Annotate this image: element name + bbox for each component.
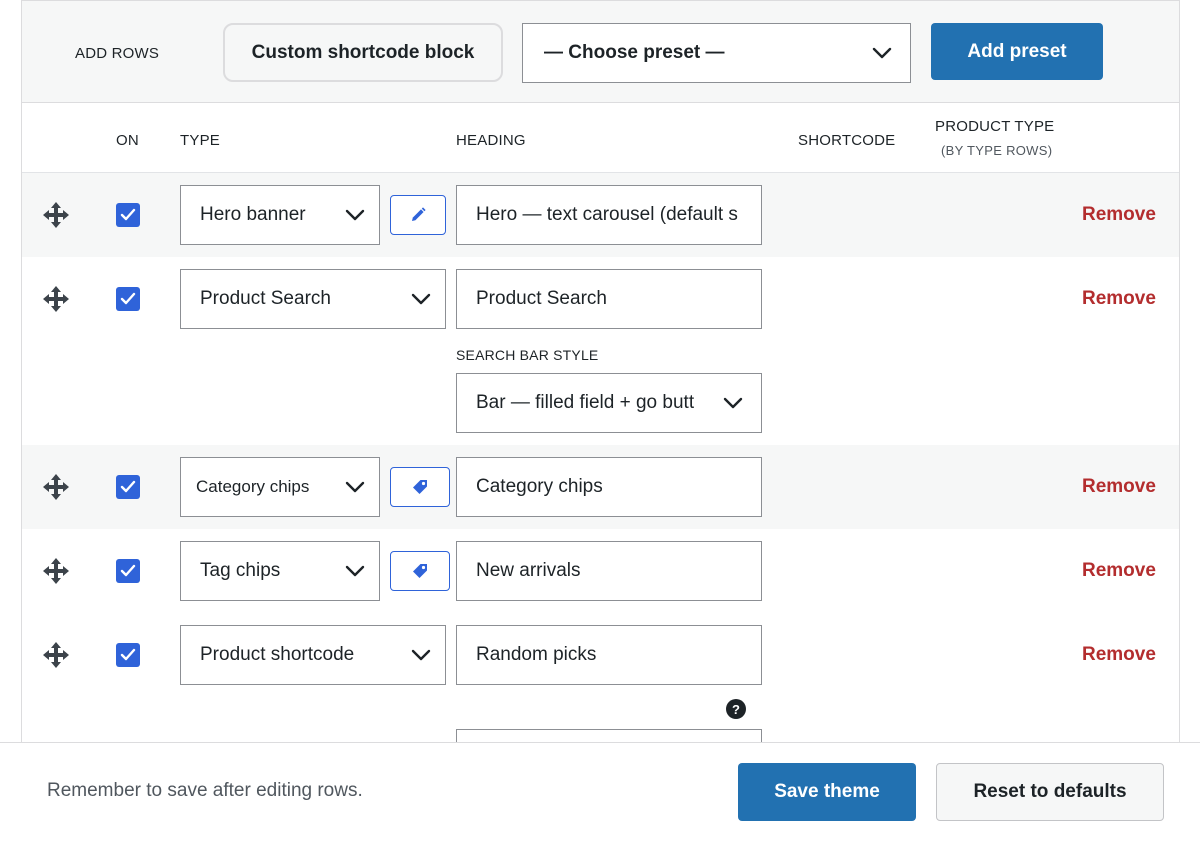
checkmark-icon: [120, 480, 136, 493]
row-heading-input[interactable]: New arrivals: [456, 541, 762, 601]
row-heading-input[interactable]: Hero — text carousel (default s: [456, 185, 762, 245]
add-rows-label: ADD ROWS: [75, 45, 160, 62]
tag-icon: [413, 564, 427, 578]
remove-row-button[interactable]: Remove: [1082, 204, 1156, 226]
save-reminder-note: Remember to save after editing rows.: [47, 780, 363, 801]
table-row: Product shortcode Random picks ? Remove: [22, 613, 1179, 744]
column-type: TYPE: [180, 132, 220, 149]
chevron-down-icon: [411, 293, 431, 305]
column-shortcode: SHORTCODE: [798, 132, 896, 149]
remove-row-button[interactable]: Remove: [1082, 560, 1156, 582]
row-enabled-checkbox[interactable]: [116, 287, 140, 311]
remove-row-button[interactable]: Remove: [1082, 288, 1156, 310]
chevron-down-icon: [345, 565, 365, 577]
row-terms-button[interactable]: [390, 551, 450, 591]
column-heading: HEADING: [456, 132, 526, 149]
table-row: Category chips Category chips Remove: [22, 445, 1179, 529]
edit-row-button[interactable]: [390, 195, 446, 235]
table-header: ON TYPE HEADING SHORTCODE PRODUCT TYPE (…: [22, 103, 1179, 173]
drag-handle-icon[interactable]: [41, 284, 71, 314]
table-row: Product Search Product Search SEARCH BAR…: [22, 257, 1179, 445]
search-bar-style-label: SEARCH BAR STYLE: [456, 347, 599, 363]
checkmark-icon: [120, 564, 136, 577]
row-enabled-checkbox[interactable]: [116, 475, 140, 499]
row-heading-input[interactable]: Random picks: [456, 625, 762, 685]
row-type-value: Category chips: [196, 477, 310, 496]
row-type-select[interactable]: Product shortcode: [180, 625, 446, 685]
column-product-type-sub: (BY TYPE ROWS): [941, 143, 1053, 158]
column-product-type: PRODUCT TYPE: [935, 118, 1055, 135]
add-preset-button[interactable]: Add preset: [931, 23, 1103, 80]
checkmark-icon: [120, 648, 136, 661]
row-heading-input[interactable]: Category chips: [456, 457, 762, 517]
row-heading-input[interactable]: Product Search: [456, 269, 762, 329]
drag-handle-icon[interactable]: [41, 200, 71, 230]
search-bar-style-value: Bar — filled field + go butt: [476, 392, 695, 413]
chevron-down-icon: [723, 397, 743, 409]
row-type-select[interactable]: Category chips: [180, 457, 380, 517]
table-row: Tag chips New arrivals Remove: [22, 529, 1179, 613]
chevron-down-icon: [872, 47, 892, 59]
tag-icon: [413, 480, 427, 494]
remove-row-button[interactable]: Remove: [1082, 644, 1156, 666]
chevron-down-icon: [345, 209, 365, 221]
search-bar-style-select[interactable]: Bar — filled field + go butt: [456, 373, 762, 433]
row-type-select[interactable]: Tag chips: [180, 541, 380, 601]
table-row: Hero banner Hero — text carousel (defaul…: [22, 173, 1179, 257]
question-icon[interactable]: ?: [726, 699, 746, 719]
row-type-value: Hero banner: [200, 204, 306, 225]
save-theme-button[interactable]: Save theme: [738, 763, 916, 821]
row-type-select[interactable]: Hero banner: [180, 185, 380, 245]
custom-shortcode-block-button[interactable]: Custom shortcode block: [223, 23, 503, 82]
row-terms-button[interactable]: [390, 467, 450, 507]
drag-handle-icon[interactable]: [41, 640, 71, 670]
drag-handle-icon[interactable]: [41, 556, 71, 586]
checkmark-icon: [120, 292, 136, 305]
drag-handle-icon[interactable]: [41, 472, 71, 502]
row-type-value: Tag chips: [200, 560, 281, 581]
row-enabled-checkbox[interactable]: [116, 203, 140, 227]
preset-select[interactable]: — Choose preset —: [522, 23, 911, 83]
row-enabled-checkbox[interactable]: [116, 559, 140, 583]
remove-row-button[interactable]: Remove: [1082, 476, 1156, 498]
checkmark-icon: [120, 208, 136, 221]
chevron-down-icon: [345, 481, 365, 493]
rows-editor-panel: ADD ROWS Custom shortcode block — Choose…: [21, 0, 1180, 744]
add-rows-toolbar: ADD ROWS Custom shortcode block — Choose…: [22, 1, 1179, 103]
row-enabled-checkbox[interactable]: [116, 643, 140, 667]
column-on: ON: [116, 132, 139, 149]
reset-to-defaults-button[interactable]: Reset to defaults: [936, 763, 1164, 821]
row-type-value: Product shortcode: [200, 644, 355, 665]
save-footer: Remember to save after editing rows. Sav…: [0, 742, 1200, 844]
row-type-value: Product Search: [200, 288, 331, 309]
chevron-down-icon: [411, 649, 431, 661]
pencil-icon: [412, 207, 426, 221]
preset-select-value: — Choose preset —: [544, 42, 725, 63]
row-type-select[interactable]: Product Search: [180, 269, 446, 329]
